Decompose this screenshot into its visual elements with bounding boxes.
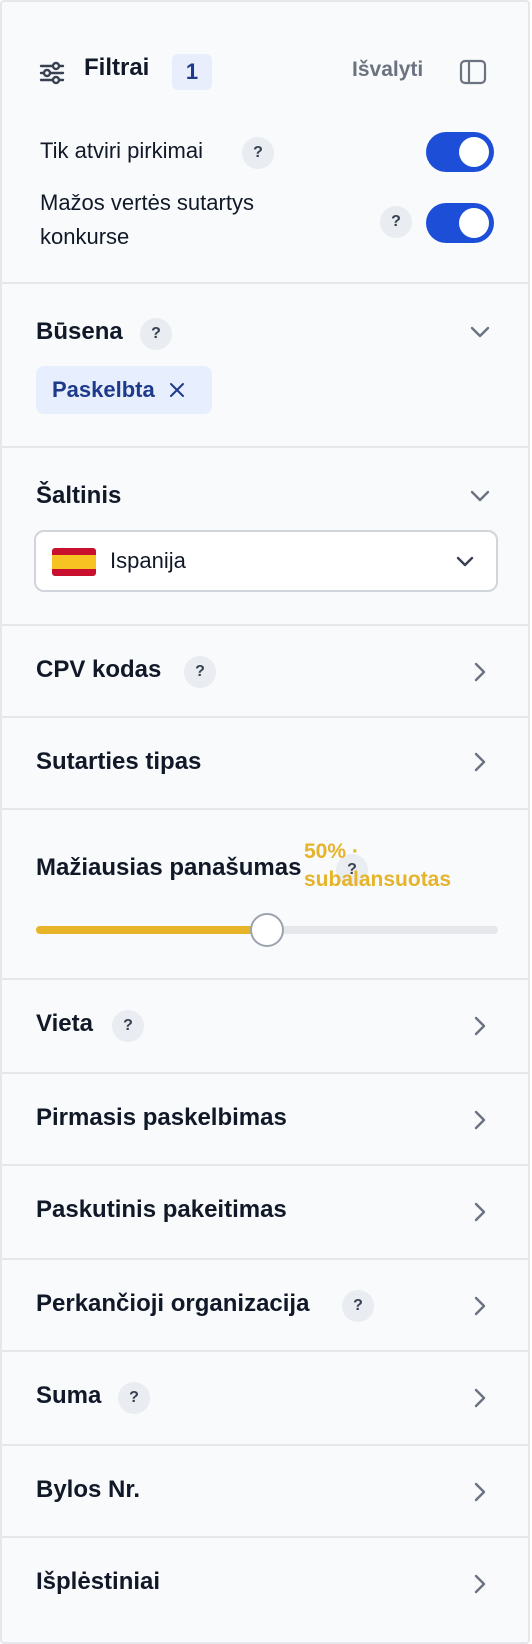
remove-chip-icon[interactable]: [167, 380, 187, 400]
chevron-right-icon[interactable]: [466, 658, 494, 686]
contracting-authority-title: Perkančioji organizacija: [36, 1290, 310, 1317]
help-icon[interactable]: ?: [342, 1290, 374, 1322]
open-procurements-toggle[interactable]: [426, 132, 494, 172]
help-icon[interactable]: ?: [380, 206, 412, 238]
status-title: Būsena: [36, 318, 123, 345]
cpv-code-section[interactable]: CPV kodas ?: [2, 626, 528, 718]
source-country-select[interactable]: Ispanija: [34, 530, 498, 592]
case-number-section[interactable]: Bylos Nr.: [2, 1446, 528, 1538]
amount-section[interactable]: Suma ?: [2, 1352, 528, 1446]
last-change-title: Paskutinis pakeitimas: [36, 1196, 287, 1223]
small-value-contracts-label-line2: konkurse: [40, 224, 130, 249]
source-title: Šaltinis: [36, 482, 122, 509]
toggle-knob: [459, 137, 489, 167]
location-title: Vieta: [36, 1010, 93, 1037]
help-icon[interactable]: ?: [112, 1010, 144, 1042]
chevron-right-icon[interactable]: [466, 1384, 494, 1412]
first-publication-section[interactable]: Pirmasis paskelbimas: [2, 1074, 528, 1166]
chevron-down-icon[interactable]: [466, 482, 494, 510]
case-number-title: Bylos Nr.: [36, 1476, 141, 1503]
first-publication-title: Pirmasis paskelbimas: [36, 1104, 287, 1131]
help-icon[interactable]: ?: [140, 318, 172, 350]
filters-title: Filtrai: [84, 54, 150, 81]
min-similarity-value: 50% · subalansuotas: [304, 838, 504, 894]
active-filter-count-badge: 1: [172, 54, 212, 90]
min-similarity-section: Mažiausias panašumas ?: [2, 810, 528, 980]
slider-fill: [36, 926, 267, 934]
contracting-authority-section[interactable]: Perkančioji organizacija ?: [2, 1260, 528, 1352]
chevron-right-icon[interactable]: [466, 1198, 494, 1226]
help-icon[interactable]: ?: [242, 137, 274, 169]
chevron-right-icon[interactable]: [466, 1478, 494, 1506]
chevron-right-icon[interactable]: [466, 748, 494, 776]
toggle-knob: [459, 208, 489, 238]
advanced-title: Išplėstiniai: [36, 1568, 161, 1595]
advanced-section[interactable]: Išplėstiniai: [2, 1538, 528, 1638]
small-value-contracts-toggle[interactable]: [426, 203, 494, 243]
chevron-down-icon[interactable]: [466, 318, 494, 346]
similarity-value-line2: subalansuotas: [304, 868, 452, 891]
slider-thumb[interactable]: [250, 913, 284, 947]
help-icon[interactable]: ?: [184, 656, 216, 688]
clear-filters-button[interactable]: Išvalyti: [352, 58, 423, 82]
filter-sliders-icon: [39, 61, 65, 85]
chevron-down-icon: [456, 556, 474, 567]
contract-type-section[interactable]: Sutarties tipas: [2, 718, 528, 810]
open-procurements-label: Tik atviri pirkimai: [40, 138, 203, 163]
sidebar-collapse-icon[interactable]: [458, 57, 488, 87]
selected-country: Ispanija: [110, 548, 186, 573]
chevron-right-icon[interactable]: [466, 1012, 494, 1040]
status-chip-paskelbta: Paskelbta: [36, 366, 212, 414]
min-similarity-slider[interactable]: [36, 913, 498, 947]
last-change-section[interactable]: Paskutinis pakeitimas: [2, 1166, 528, 1260]
chevron-right-icon[interactable]: [466, 1292, 494, 1320]
filters-panel: Filtrai 1 Išvalyti Tik atviri pirkimai ?…: [0, 0, 530, 1644]
cpv-code-title: CPV kodas: [36, 656, 162, 683]
chevron-right-icon[interactable]: [466, 1106, 494, 1134]
chevron-right-icon[interactable]: [466, 1570, 494, 1598]
help-icon[interactable]: ?: [118, 1382, 150, 1414]
small-value-contracts-label-line1: Mažos vertės sutartys: [40, 190, 254, 215]
spain-flag-icon: [52, 548, 96, 576]
min-similarity-title: Mažiausias panašumas: [36, 854, 302, 881]
filters-header-section: Filtrai 1 Išvalyti Tik atviri pirkimai ?…: [2, 2, 528, 284]
amount-title: Suma: [36, 1382, 102, 1409]
contract-type-title: Sutarties tipas: [36, 748, 202, 775]
similarity-value-line1: 50% ·: [304, 840, 359, 863]
chip-label: Paskelbta: [52, 377, 155, 402]
location-section[interactable]: Vieta ?: [2, 980, 528, 1074]
